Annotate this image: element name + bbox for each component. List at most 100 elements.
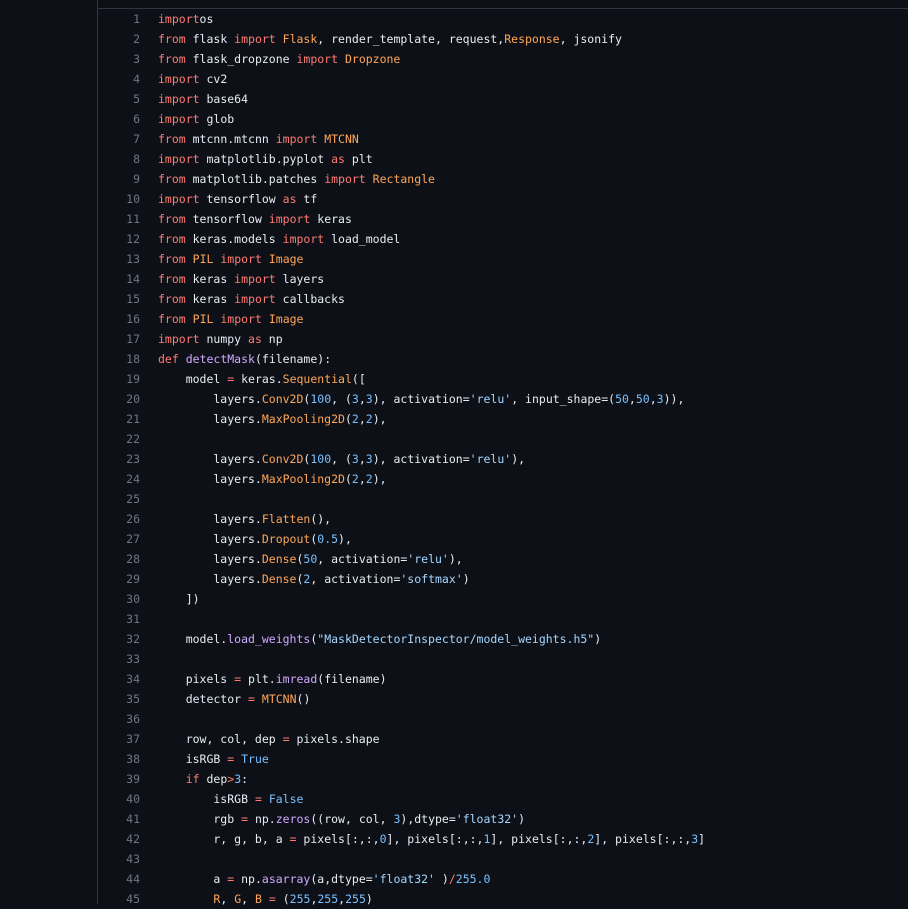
code-token: 'relu' xyxy=(469,452,512,466)
line-number[interactable]: 40 xyxy=(98,789,140,809)
code-token: ), xyxy=(372,412,387,426)
line-number[interactable]: 37 xyxy=(98,729,140,749)
line-number[interactable]: 44 xyxy=(98,869,140,889)
code-token: 3 xyxy=(656,392,664,406)
line-number[interactable]: 31 xyxy=(98,609,140,629)
line-number[interactable]: 43 xyxy=(98,849,140,869)
code-token: a xyxy=(158,872,228,886)
code-token: ]) xyxy=(158,592,200,606)
code-text: from keras import callbacks xyxy=(140,289,345,309)
code-token: layers. xyxy=(158,452,262,466)
line-number[interactable]: 29 xyxy=(98,569,140,589)
code-token: layers. xyxy=(158,512,262,526)
line-number[interactable]: 8 xyxy=(98,149,140,169)
line-number[interactable]: 39 xyxy=(98,769,140,789)
code-token: 3 xyxy=(365,392,373,406)
line-number[interactable]: 28 xyxy=(98,549,140,569)
line-number[interactable]: 22 xyxy=(98,429,140,449)
line-number[interactable]: 2 xyxy=(98,29,140,49)
code-token: import xyxy=(268,212,311,226)
code-token: if xyxy=(185,772,200,786)
code-token: Dense xyxy=(261,572,297,586)
code-token: keras xyxy=(185,292,235,306)
line-number[interactable]: 24 xyxy=(98,469,140,489)
line-number[interactable]: 26 xyxy=(98,509,140,529)
line-number[interactable]: 19 xyxy=(98,369,140,389)
line-number[interactable]: 32 xyxy=(98,629,140,649)
code-token: isRGB xyxy=(158,792,255,806)
line-number[interactable]: 10 xyxy=(98,189,140,209)
line-number[interactable]: 11 xyxy=(98,209,140,229)
line-number[interactable]: 1 xyxy=(98,9,140,29)
code-token: as xyxy=(331,152,345,166)
code-token: flask_dropzone xyxy=(185,52,297,66)
line-number[interactable]: 15 xyxy=(98,289,140,309)
line-number[interactable]: 14 xyxy=(98,269,140,289)
code-token: 50 xyxy=(303,552,318,566)
code-token: r, g, b, a xyxy=(158,832,290,846)
code-line: 4 import cv2 xyxy=(98,69,908,89)
code-token: Dropout xyxy=(261,532,311,546)
line-number[interactable]: 5 xyxy=(98,89,140,109)
code-token: base64 xyxy=(199,92,249,106)
line-number[interactable]: 4 xyxy=(98,69,140,89)
code-token: Conv2D xyxy=(261,452,304,466)
line-number[interactable]: 18 xyxy=(98,349,140,369)
code-token: import xyxy=(158,152,200,166)
code-token: def xyxy=(158,352,179,366)
line-number[interactable]: 27 xyxy=(98,529,140,549)
line-number[interactable]: 6 xyxy=(98,109,140,129)
code-token: , ( xyxy=(331,392,352,406)
code-token: (filename) xyxy=(317,672,387,686)
line-number[interactable]: 7 xyxy=(98,129,140,149)
code-token: PIL xyxy=(192,252,214,266)
code-token: PIL xyxy=(192,312,214,326)
line-number[interactable]: 42 xyxy=(98,829,140,849)
line-number[interactable]: 41 xyxy=(98,809,140,829)
code-token: = xyxy=(282,732,290,746)
code-text: r, g, b, a = pixels[:,:,0], pixels[:,:,1… xyxy=(140,829,705,849)
line-number[interactable]: 3 xyxy=(98,49,140,69)
code-token: () xyxy=(296,692,311,706)
code-line: 6 import glob xyxy=(98,109,908,129)
code-token: , xyxy=(628,392,636,406)
line-number[interactable]: 23 xyxy=(98,449,140,469)
code-token: True xyxy=(241,752,269,766)
code-line: 22 xyxy=(98,429,908,449)
line-number[interactable]: 25 xyxy=(98,489,140,509)
code-line: 15 from keras import callbacks xyxy=(98,289,908,309)
code-text: import cv2 xyxy=(140,69,227,89)
line-number[interactable]: 13 xyxy=(98,249,140,269)
code-line: 19 model = keras.Sequential([ xyxy=(98,369,908,389)
line-number[interactable]: 30 xyxy=(98,589,140,609)
code-token: import xyxy=(234,272,276,286)
line-number[interactable]: 35 xyxy=(98,689,140,709)
code-token: 0 xyxy=(379,832,387,846)
code-token: Image xyxy=(268,312,304,326)
line-number[interactable]: 20 xyxy=(98,389,140,409)
code-line: 36 xyxy=(98,709,908,729)
line-number[interactable]: 45 xyxy=(98,889,140,909)
line-number[interactable]: 9 xyxy=(98,169,140,189)
line-number[interactable]: 33 xyxy=(98,649,140,669)
line-number[interactable]: 16 xyxy=(98,309,140,329)
code-token: (filename): xyxy=(254,352,332,366)
code-token: tf xyxy=(296,192,318,206)
line-number[interactable]: 17 xyxy=(98,329,140,349)
code-line: 32 model.load_weights("MaskDetectorInspe… xyxy=(98,629,908,649)
code-token: (a,dtype= xyxy=(310,872,373,886)
line-number[interactable]: 21 xyxy=(98,409,140,429)
code-token: tensorflow xyxy=(199,192,283,206)
line-number[interactable]: 12 xyxy=(98,229,140,249)
code-text: row, col, dep = pixels.shape xyxy=(140,729,380,749)
code-token: flask xyxy=(185,32,235,46)
code-token: np. xyxy=(248,812,276,826)
line-number[interactable]: 36 xyxy=(98,709,140,729)
code-token: 100 xyxy=(310,452,332,466)
code-token: plt. xyxy=(241,672,276,686)
line-number[interactable]: 38 xyxy=(98,749,140,769)
line-number[interactable]: 34 xyxy=(98,669,140,689)
